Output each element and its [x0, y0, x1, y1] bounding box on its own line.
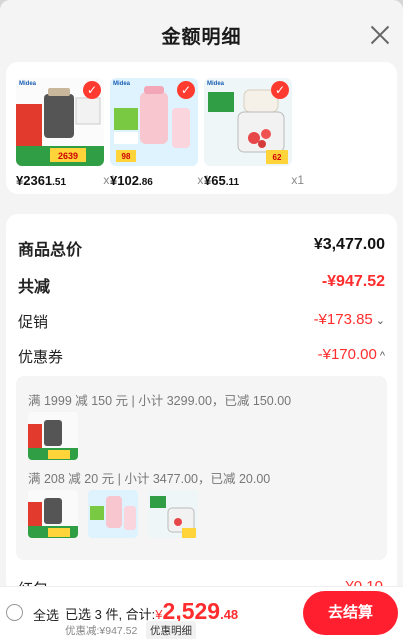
promo-row[interactable]: 促销 -¥173.85 ⌄	[18, 311, 385, 335]
brand-logo: Midea	[19, 81, 37, 87]
brand-logo: Midea	[207, 81, 225, 87]
select-all-label[interactable]: 全选	[33, 605, 59, 624]
product-price: ¥65.11	[204, 173, 240, 188]
goods-total-row: 商品总价 ¥3,477.00	[18, 236, 385, 260]
product-item[interactable]: 98 Midea ✓ ¥102.86 x1	[110, 78, 210, 190]
product-image: 62 Midea ✓	[204, 78, 292, 166]
summary-prefix: 已选 3 件, 合计:	[65, 607, 156, 622]
price-detail-card: 商品总价 ¥3,477.00 共减 -¥947.52 促销 -¥173.85 ⌄ …	[6, 214, 397, 598]
svg-text:2639: 2639	[58, 151, 78, 161]
selected-check-icon: ✓	[177, 81, 195, 99]
total-reduce-label: 共减	[18, 279, 51, 296]
product-price: ¥2361.51	[16, 173, 67, 188]
coupon-product-thumb	[28, 412, 78, 460]
product-item[interactable]: 2639 Midea ✓ ¥2361.51 x1	[16, 78, 116, 190]
svg-text:98: 98	[122, 152, 131, 161]
promo-label: 促销	[18, 314, 49, 331]
total-reduce-value: -¥947.52	[321, 273, 385, 290]
svg-text:62: 62	[273, 153, 282, 162]
coupon-label: 优惠券	[18, 349, 64, 366]
total-reduce-row: 共减 -¥947.52	[18, 273, 385, 297]
chevron-up-icon: ^	[379, 350, 385, 362]
product-price: ¥102.86	[110, 173, 153, 188]
sheet-header: 金额明细	[0, 0, 403, 62]
select-all-checkbox[interactable]	[6, 604, 23, 621]
coupon-rule-text: 满 1999 减 150 元 | 小计 3299.00，已减 150.00	[28, 394, 292, 408]
coupon-product-thumb	[28, 490, 78, 538]
coupon-row[interactable]: 优惠券 -¥170.00 ^	[18, 346, 385, 370]
checkout-bar: 全选 已选 3 件, 合计:¥2,529.48 优惠减:¥947.52 优惠明细…	[0, 586, 403, 639]
total-amount-decimal: .48	[220, 607, 239, 622]
coupon-product-thumb	[88, 490, 138, 538]
goods-total-label: 商品总价	[18, 242, 83, 259]
selected-products-card: 2639 Midea ✓ ¥2361.51 x1 98 Midea ✓ ¥102…	[6, 62, 397, 194]
currency-symbol: ¥	[155, 607, 163, 622]
chevron-down-icon: ⌄	[375, 315, 385, 327]
coupon-value: -¥170.00 ^	[317, 346, 385, 363]
coupon-rule-text: 满 208 减 20 元 | 小计 3477.00，已减 20.00	[28, 472, 271, 486]
product-image: 98 Midea ✓	[110, 78, 198, 166]
checkout-button[interactable]: 去结算	[303, 591, 398, 635]
amount-detail-sheet: 金额明细 2639 Midea ✓ ¥2361.51 x1 98 Midea ✓…	[0, 0, 403, 639]
discount-detail-button[interactable]: 优惠明细	[146, 621, 196, 639]
promo-value: -¥173.85 ⌄	[313, 311, 385, 328]
goods-total-value: ¥3,477.00	[313, 236, 385, 253]
brand-logo: Midea	[113, 81, 131, 87]
selected-check-icon: ✓	[83, 81, 101, 99]
product-item[interactable]: 62 Midea ✓ ¥65.11 x1	[204, 78, 304, 190]
selected-check-icon: ✓	[271, 81, 289, 99]
product-image: 2639 Midea ✓	[16, 78, 104, 166]
coupon-detail-box: 满 1999 减 150 元 | 小计 3299.00，已减 150.00 满 …	[16, 376, 387, 560]
product-qty: x1	[291, 173, 304, 187]
close-icon[interactable]	[369, 24, 391, 46]
discount-summary: 优惠减:¥947.52	[65, 625, 138, 637]
sheet-title: 金额明细	[161, 27, 242, 48]
coupon-product-thumb	[148, 490, 198, 538]
